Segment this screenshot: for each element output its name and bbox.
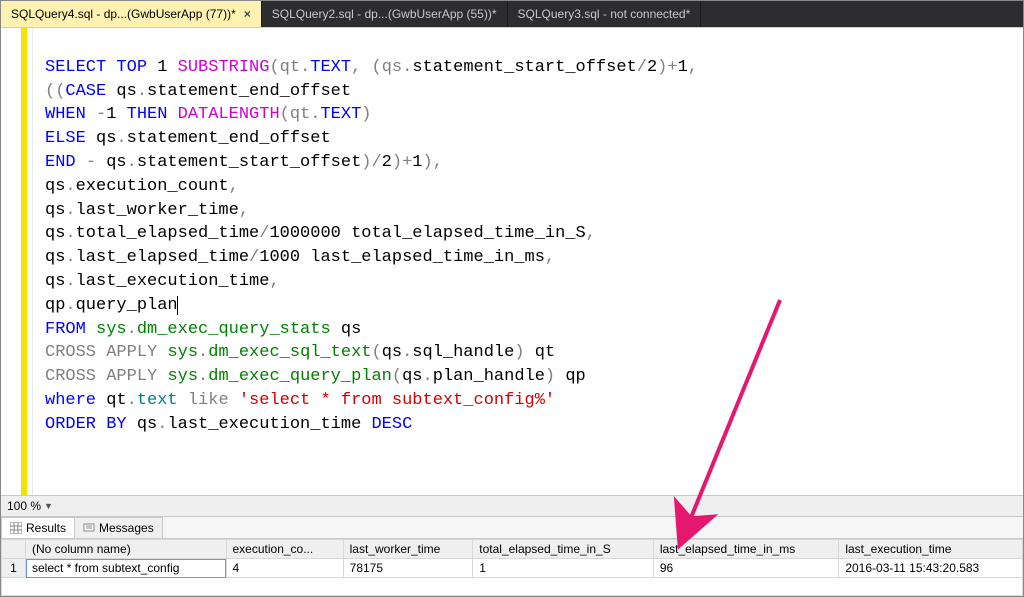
- editor-gutter: [1, 28, 33, 495]
- cell[interactable]: 1: [473, 559, 654, 578]
- close-icon[interactable]: ×: [244, 7, 251, 21]
- table-row[interactable]: 1 select * from subtext_config 4 78175 1…: [2, 559, 1023, 578]
- document-tabs: SQLQuery4.sql - dp...(GwbUserApp (77))* …: [1, 1, 1023, 27]
- empty-space: [2, 578, 1023, 596]
- row-number[interactable]: 1: [2, 559, 26, 578]
- tab-messages-label: Messages: [99, 521, 154, 535]
- cell[interactable]: select * from subtext_config: [26, 559, 227, 578]
- cell[interactable]: 96: [653, 559, 839, 578]
- tab-sqlquery4[interactable]: SQLQuery4.sql - dp...(GwbUserApp (77))* …: [1, 1, 262, 27]
- chevron-down-icon: ▼: [44, 501, 53, 511]
- editor-pane: SELECT TOP 1 SUBSTRING(qt.TEXT, (qs.stat…: [1, 27, 1023, 495]
- tab-sqlquery3[interactable]: SQLQuery3.sql - not connected*: [508, 1, 702, 27]
- col-header[interactable]: total_elapsed_time_in_S: [473, 540, 654, 559]
- col-header[interactable]: execution_co...: [226, 540, 343, 559]
- rownum-header[interactable]: [2, 540, 26, 559]
- tab-label: SQLQuery4.sql - dp...(GwbUserApp (77))*: [11, 7, 236, 21]
- col-header[interactable]: last_elapsed_time_in_ms: [653, 540, 839, 559]
- change-marker: [21, 28, 27, 495]
- header-row: (No column name) execution_co... last_wo…: [2, 540, 1023, 559]
- zoom-dropdown[interactable]: 100 % ▼: [7, 499, 53, 513]
- tab-messages[interactable]: Messages: [74, 517, 163, 538]
- col-header[interactable]: (No column name): [26, 540, 227, 559]
- message-icon: [83, 522, 95, 534]
- tab-results[interactable]: Results: [1, 517, 75, 538]
- col-header[interactable]: last_execution_time: [839, 540, 1023, 559]
- cell[interactable]: 2016-03-11 15:43:20.583: [839, 559, 1023, 578]
- text-caret: [177, 296, 178, 315]
- col-header[interactable]: last_worker_time: [343, 540, 473, 559]
- tab-sqlquery2[interactable]: SQLQuery2.sql - dp...(GwbUserApp (55))*: [262, 1, 508, 27]
- cell[interactable]: 78175: [343, 559, 473, 578]
- tab-label: SQLQuery2.sql - dp...(GwbUserApp (55))*: [272, 7, 497, 21]
- tab-results-label: Results: [26, 521, 66, 535]
- sql-editor[interactable]: SELECT TOP 1 SUBSTRING(qt.TEXT, (qs.stat…: [33, 28, 1023, 495]
- cell[interactable]: 4: [226, 559, 343, 578]
- tab-label: SQLQuery3.sql - not connected*: [518, 7, 691, 21]
- zoom-bar: 100 % ▼: [1, 495, 1023, 517]
- results-tabbar: Results Messages: [1, 517, 1023, 539]
- grid-icon: [10, 522, 22, 534]
- zoom-value: 100 %: [7, 499, 41, 513]
- results-grid[interactable]: (No column name) execution_co... last_wo…: [1, 539, 1023, 596]
